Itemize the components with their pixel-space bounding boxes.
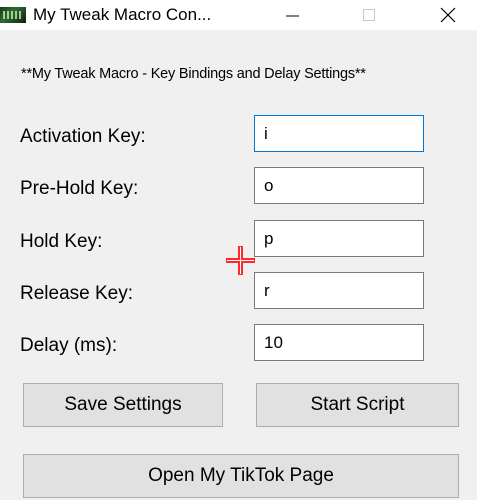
minimize-button[interactable] xyxy=(270,0,316,30)
minimize-icon xyxy=(286,15,299,17)
app-icon xyxy=(0,7,26,23)
hold-key-input[interactable] xyxy=(254,220,424,257)
activation-key-label: Activation Key: xyxy=(20,126,146,147)
pre-hold-key-input[interactable] xyxy=(254,167,424,204)
activation-key-input[interactable] xyxy=(254,115,424,152)
crosshair-cursor-icon xyxy=(226,246,255,275)
close-icon xyxy=(440,7,456,23)
app-window: My Tweak Macro Con... **My Tweak Macro -… xyxy=(0,0,477,500)
settings-heading: **My Tweak Macro - Key Bindings and Dela… xyxy=(21,66,366,82)
delay-input[interactable] xyxy=(254,324,424,361)
maximize-icon xyxy=(363,9,375,21)
hold-key-label: Hold Key: xyxy=(20,231,103,252)
release-key-input[interactable] xyxy=(254,272,424,309)
save-settings-button[interactable]: Save Settings xyxy=(23,383,223,427)
window-title: My Tweak Macro Con... xyxy=(33,5,212,24)
open-tiktok-button[interactable]: Open My TikTok Page xyxy=(23,454,459,498)
maximize-button[interactable] xyxy=(346,0,392,30)
pre-hold-key-label: Pre-Hold Key: xyxy=(20,178,139,199)
start-script-button[interactable]: Start Script xyxy=(256,383,459,427)
release-key-label: Release Key: xyxy=(20,283,134,304)
title-bar[interactable]: My Tweak Macro Con... xyxy=(0,0,477,30)
delay-label: Delay (ms): xyxy=(20,335,118,356)
close-button[interactable] xyxy=(425,0,471,30)
